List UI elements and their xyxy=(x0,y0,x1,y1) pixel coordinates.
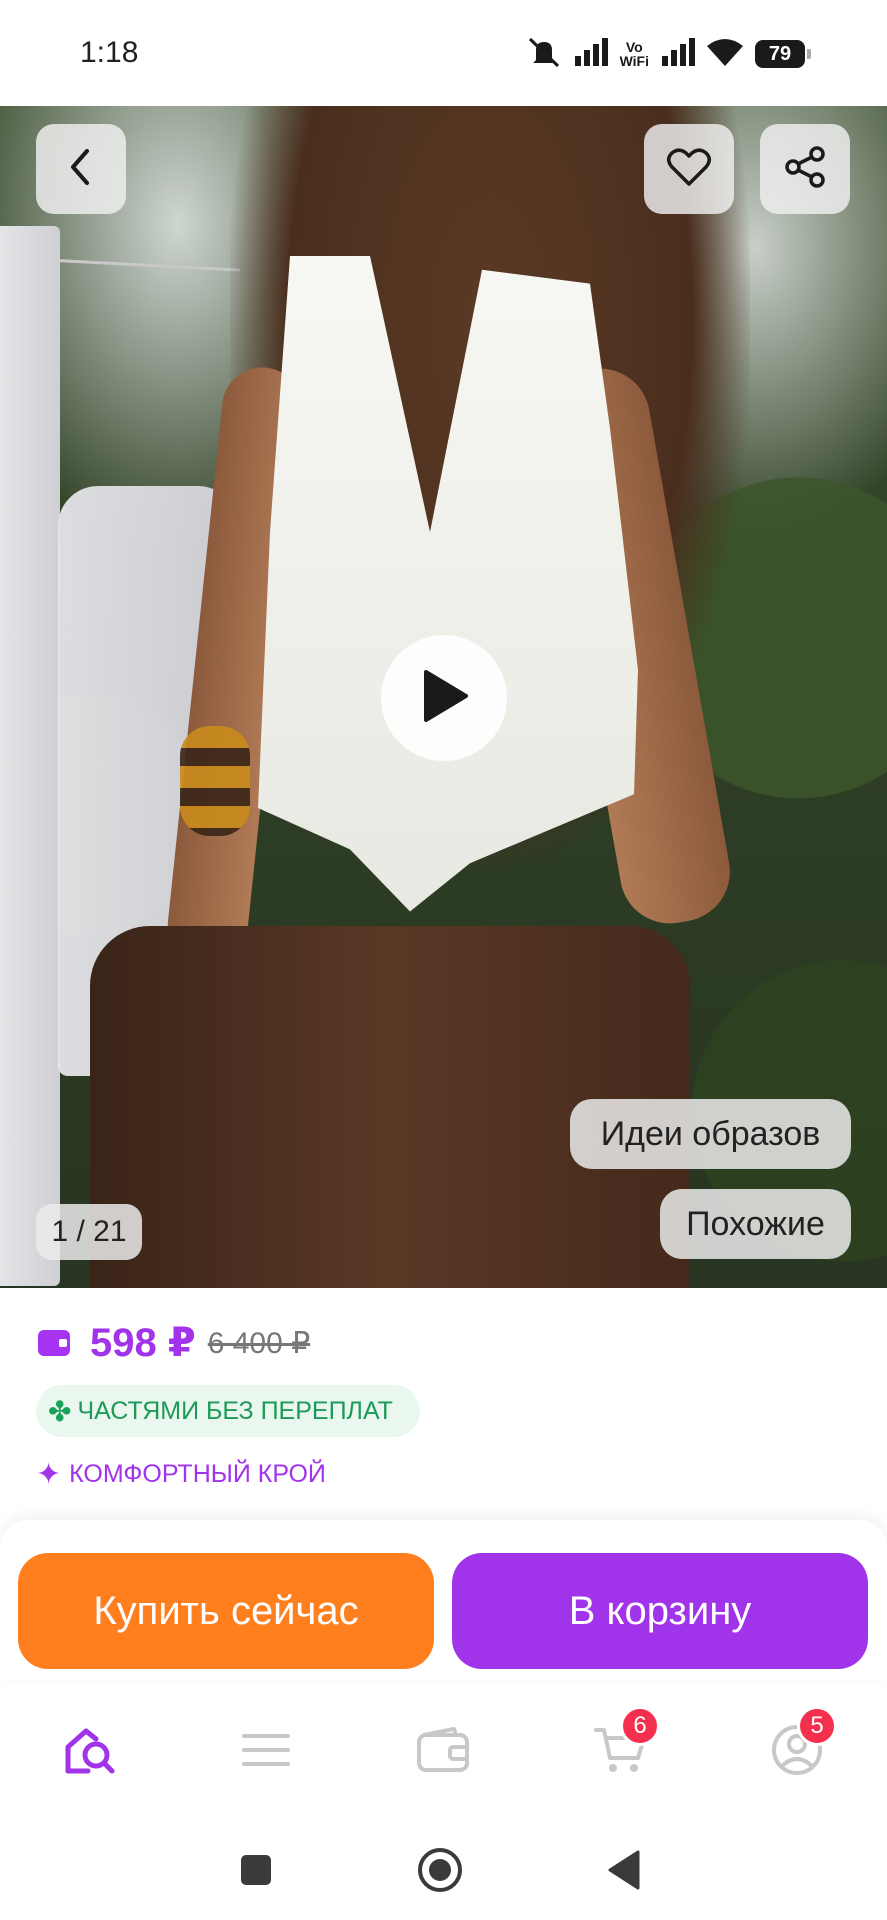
status-time: 1:18 xyxy=(80,36,139,69)
back-button[interactable] xyxy=(36,124,126,214)
wallet-icon xyxy=(38,1330,70,1356)
clover-icon: ✤ xyxy=(48,1395,72,1427)
circle-icon xyxy=(417,1847,463,1898)
outfit-ideas-button[interactable]: Идеи образов xyxy=(570,1099,851,1169)
back-icon xyxy=(65,147,97,192)
comfort-label: КОМФОРТНЫЙ КРОЙ xyxy=(69,1459,326,1488)
system-back-button[interactable] xyxy=(594,1842,654,1902)
installments-label: ЧАСТЯМИ БЕЗ ПЕРЕПЛАТ xyxy=(77,1396,393,1425)
buy-now-button[interactable]: Купить сейчас xyxy=(18,1553,434,1669)
status-icons: Vo WiFi 79 xyxy=(526,34,811,74)
sparkle-icon: ✦ xyxy=(36,1457,62,1491)
play-icon xyxy=(418,668,470,729)
nav-profile[interactable]: 5 xyxy=(757,1706,837,1782)
status-bar: 1:18 Vo WiFi 79 xyxy=(0,0,887,106)
battery-icon: 79 xyxy=(755,40,811,68)
wifi-icon xyxy=(707,38,743,71)
mute-icon xyxy=(526,36,562,73)
vowifi-icon: Vo WiFi xyxy=(619,39,649,69)
installments-badge[interactable]: ✤ ЧАСТЯМИ БЕЗ ПЕРЕПЛАТ xyxy=(36,1385,420,1437)
wallet-icon xyxy=(416,1726,470,1778)
triangle-back-icon xyxy=(606,1850,642,1895)
price-row: 598 ₽ 6 400 ₽ xyxy=(38,1318,310,1368)
image-counter: 1 / 21 xyxy=(36,1204,142,1260)
nav-home[interactable] xyxy=(50,1722,130,1782)
favorite-button[interactable] xyxy=(644,124,734,214)
nav-catalog[interactable] xyxy=(226,1722,306,1782)
recents-button[interactable] xyxy=(226,1842,286,1902)
nav-cart[interactable]: 6 xyxy=(580,1706,660,1782)
comfort-badge: ✦ КОМФОРТНЫЙ КРОЙ xyxy=(36,1452,326,1496)
share-icon xyxy=(783,145,827,194)
cart-badge: 6 xyxy=(620,1706,660,1746)
home-search-icon xyxy=(62,1725,118,1780)
current-price: 598 ₽ xyxy=(90,1321,196,1365)
signal-icon xyxy=(661,37,695,71)
old-price: 6 400 ₽ xyxy=(207,1326,311,1360)
profile-badge: 5 xyxy=(797,1706,837,1746)
share-button[interactable] xyxy=(760,124,850,214)
home-button[interactable] xyxy=(410,1842,470,1902)
heart-icon xyxy=(666,146,712,193)
nav-wallet[interactable] xyxy=(403,1722,483,1782)
square-icon xyxy=(240,1854,272,1891)
catalog-icon xyxy=(241,1730,291,1775)
add-to-cart-button[interactable]: В корзину xyxy=(452,1553,868,1669)
signal-icon xyxy=(574,37,608,71)
play-video-button[interactable] xyxy=(381,635,507,761)
hanging-pants xyxy=(0,226,60,1286)
similar-button[interactable]: Похожие xyxy=(660,1189,851,1259)
bracelets xyxy=(180,726,250,836)
